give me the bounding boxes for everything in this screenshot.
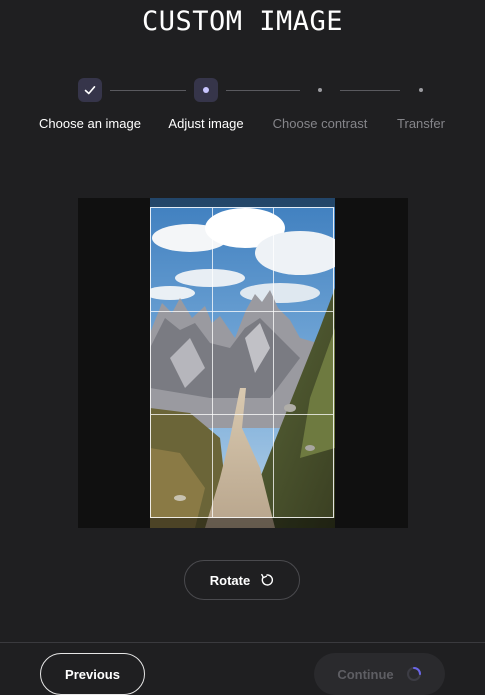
loading-spinner-icon	[406, 667, 421, 681]
rotate-icon	[261, 573, 274, 586]
crop-mask-top	[150, 198, 335, 207]
crop-mask-bottom	[150, 518, 335, 528]
footer-divider	[0, 642, 485, 643]
step-label-choose-image: Choose an image	[39, 116, 141, 131]
rotate-button-label: Rotate	[209, 572, 251, 588]
crop-grid-line	[212, 208, 213, 517]
step-marker-choose-image	[78, 78, 102, 102]
step-marker-adjust-image	[194, 78, 218, 102]
continue-button[interactable]: Continue	[314, 653, 445, 695]
step-label-transfer: Transfer	[397, 116, 445, 131]
crop-grid-line	[151, 414, 333, 415]
dot-icon	[203, 87, 209, 93]
crop-grid-line	[273, 208, 274, 517]
progress-stepper: Choose an image Adjust image Choose cont…	[0, 76, 485, 136]
previous-button-label: Previous	[65, 666, 120, 682]
rotate-button[interactable]: Rotate	[184, 560, 300, 600]
check-icon	[84, 86, 96, 95]
crop-grid-line	[151, 311, 333, 312]
page-title: CUSTOM IMAGE	[141, 6, 344, 37]
step-connector	[226, 90, 300, 91]
crop-frame[interactable]	[150, 207, 334, 518]
step-connector	[340, 90, 400, 91]
step-label-adjust-image: Adjust image	[168, 116, 244, 131]
step-label-choose-contrast: Choose contrast	[272, 116, 368, 131]
image-crop-area[interactable]	[78, 198, 408, 528]
previous-button[interactable]: Previous	[40, 653, 145, 695]
step-connector	[110, 90, 186, 91]
step-marker-transfer	[419, 88, 423, 92]
step-marker-choose-contrast	[318, 88, 322, 92]
continue-button-label: Continue	[337, 666, 394, 682]
